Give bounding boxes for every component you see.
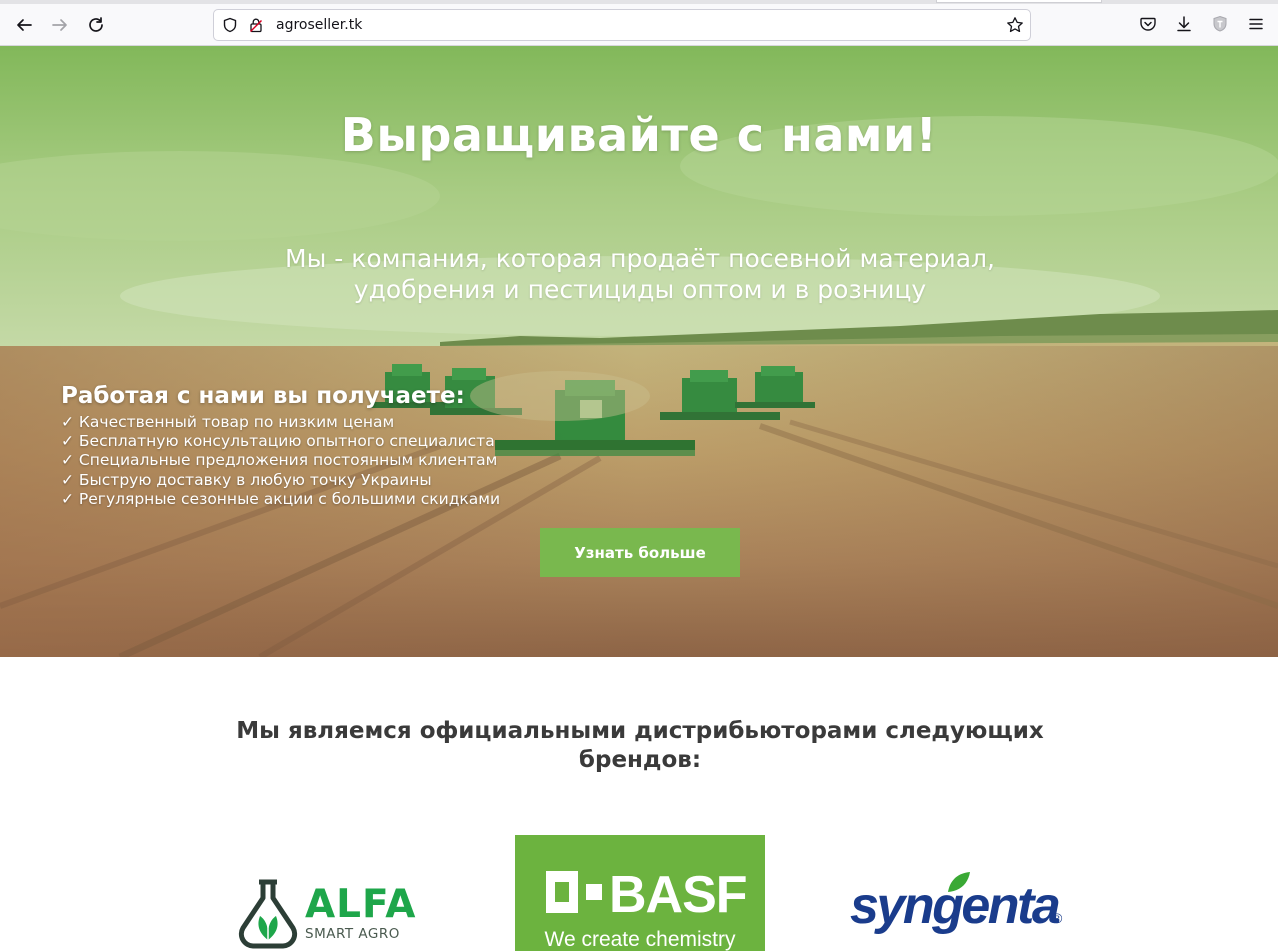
- basf-logo[interactable]: BASF We create chemistry: [515, 835, 765, 951]
- benefits-title: Работая с нами вы получаете:: [61, 383, 465, 409]
- url-text[interactable]: agroseller.tk: [276, 17, 362, 33]
- browser-tab[interactable]: [936, 0, 1102, 3]
- alfa-brand-name: ALFA: [305, 882, 417, 927]
- browser-toolbar: agroseller.tk: [0, 0, 1278, 46]
- brands-heading-line-1: Мы являемся официальными дистрибьюторами…: [236, 718, 1044, 744]
- basf-square-mark-icon: [546, 871, 602, 913]
- learn-more-button[interactable]: Узнать больше: [540, 528, 740, 577]
- url-bar[interactable]: agroseller.tk: [213, 9, 1031, 41]
- registered-mark: ®: [1052, 910, 1063, 926]
- hero-section: Выращивайте с нами! Мы - компания, котор…: [0, 46, 1278, 657]
- syngenta-brand-name: syngenta: [850, 877, 1061, 935]
- forward-icon[interactable]: [46, 11, 74, 39]
- benefits-list: ✓ Качественный товар по низким ценам ✓ Б…: [61, 413, 500, 509]
- extension-icon[interactable]: [1209, 13, 1231, 35]
- alfa-brand-subtitle: SMART AGRO: [305, 926, 400, 942]
- hero-title: Выращивайте с нами!: [340, 108, 938, 162]
- pocket-icon[interactable]: [1137, 13, 1159, 35]
- reload-icon[interactable]: [82, 11, 110, 39]
- hero-subtitle: Мы - компания, которая продаёт посевной …: [240, 243, 1040, 305]
- basf-tagline: We create chemistry: [544, 928, 736, 951]
- lock-icon[interactable]: [247, 16, 265, 34]
- hero-subtitle-line-2: удобрения и пестициды оптом и в розницу: [353, 275, 927, 304]
- brands-heading-line-2: брендов:: [578, 747, 702, 773]
- brands-heading: Мы являемся официальными дистрибьюторами…: [190, 717, 1090, 775]
- shield-icon[interactable]: [221, 16, 239, 34]
- flask-leaf-icon: [238, 879, 298, 949]
- menu-icon[interactable]: [1245, 13, 1267, 35]
- bookmark-star-icon[interactable]: [1006, 16, 1024, 34]
- benefit-item: ✓ Бесплатную консультацию опытного специ…: [61, 432, 495, 451]
- benefit-item: ✓ Специальные предложения постоянным кли…: [61, 451, 498, 470]
- basf-brand-name: BASF: [609, 866, 748, 924]
- back-icon[interactable]: [10, 11, 38, 39]
- alfa-smart-agro-logo[interactable]: ALFA SMART AGRO: [215, 840, 445, 951]
- benefit-item: ✓ Регулярные сезонные акции с большими с…: [61, 489, 501, 508]
- benefit-item: ✓ Быструю доставку в любую точку Украины: [61, 470, 432, 489]
- hero-subtitle-line-1: Мы - компания, которая продаёт посевной …: [285, 244, 995, 273]
- syngenta-logo[interactable]: syngenta ®: [850, 868, 1080, 948]
- download-icon[interactable]: [1173, 13, 1195, 35]
- benefit-item: ✓ Качественный товар по низким ценам: [61, 413, 395, 431]
